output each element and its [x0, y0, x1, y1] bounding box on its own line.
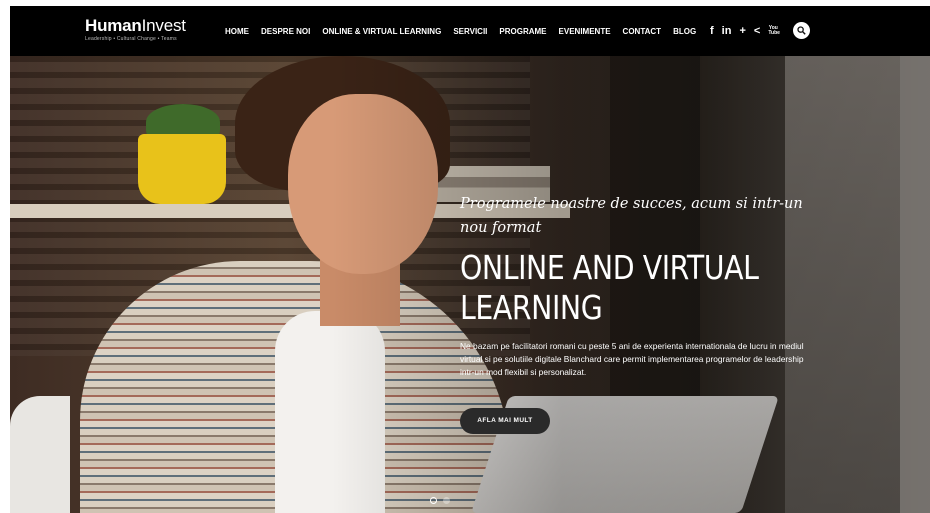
nav-item-blog[interactable]: BLOG	[673, 27, 696, 36]
social-links: f in + < You Tube	[710, 6, 786, 56]
slider-dot-1[interactable]	[430, 497, 437, 504]
nav-item-evenimente[interactable]: EVENIMENTE	[559, 27, 611, 36]
search-icon	[797, 26, 806, 35]
logo-name-light: Invest	[141, 16, 186, 35]
page: HumanInvest Leadership • Cultural Change…	[0, 0, 930, 513]
search-button[interactable]	[793, 22, 810, 39]
youtube-icon-bottom: Tube	[768, 30, 780, 36]
slider-pagination	[430, 497, 456, 504]
nav-item-home[interactable]: HOME	[225, 27, 249, 36]
afla-mai-mult-button[interactable]: AFLA MAI MULT	[460, 408, 550, 434]
hero-description: Ne bazam pe facilitatori romani cu peste…	[460, 341, 804, 377]
share-icon[interactable]: <	[754, 25, 760, 37]
logo-name: HumanInvest	[85, 17, 186, 35]
top-navigation-bar: HumanInvest Leadership • Cultural Change…	[10, 6, 930, 56]
nav-item-programe[interactable]: PROGRAME	[499, 27, 546, 36]
hero-caption: Programele noastre de succes, acum si in…	[460, 192, 820, 379]
nav-item-contact[interactable]: CONTACT	[623, 27, 662, 36]
nav-item-despre-noi[interactable]: DESPRE NOI	[261, 27, 310, 36]
plus-icon[interactable]: +	[739, 25, 745, 37]
site-logo[interactable]: HumanInvest Leadership • Cultural Change…	[85, 17, 186, 43]
main-menu: HOME DESPRE NOI ONLINE & VIRTUAL LEARNIN…	[225, 6, 708, 56]
nav-item-online-virtual-learning[interactable]: ONLINE & VIRTUAL LEARNING	[322, 27, 441, 36]
linkedin-icon[interactable]: in	[722, 25, 732, 37]
hero-subtitle: Programele noastre de succes, acum si in…	[460, 196, 803, 236]
youtube-icon[interactable]: You Tube	[768, 26, 780, 36]
nav-item-servicii[interactable]: SERVICII	[453, 27, 487, 36]
logo-name-bold: Human	[85, 16, 142, 35]
logo-tagline: Leadership • Cultural Change • Teams	[85, 36, 177, 42]
hero-slider: Programele noastre de succes, acum si in…	[10, 56, 930, 513]
slider-dot-2[interactable]	[443, 497, 450, 504]
facebook-icon[interactable]: f	[710, 25, 714, 37]
hero-title: ONLINE AND VIRTUAL LEARNING	[460, 248, 759, 327]
